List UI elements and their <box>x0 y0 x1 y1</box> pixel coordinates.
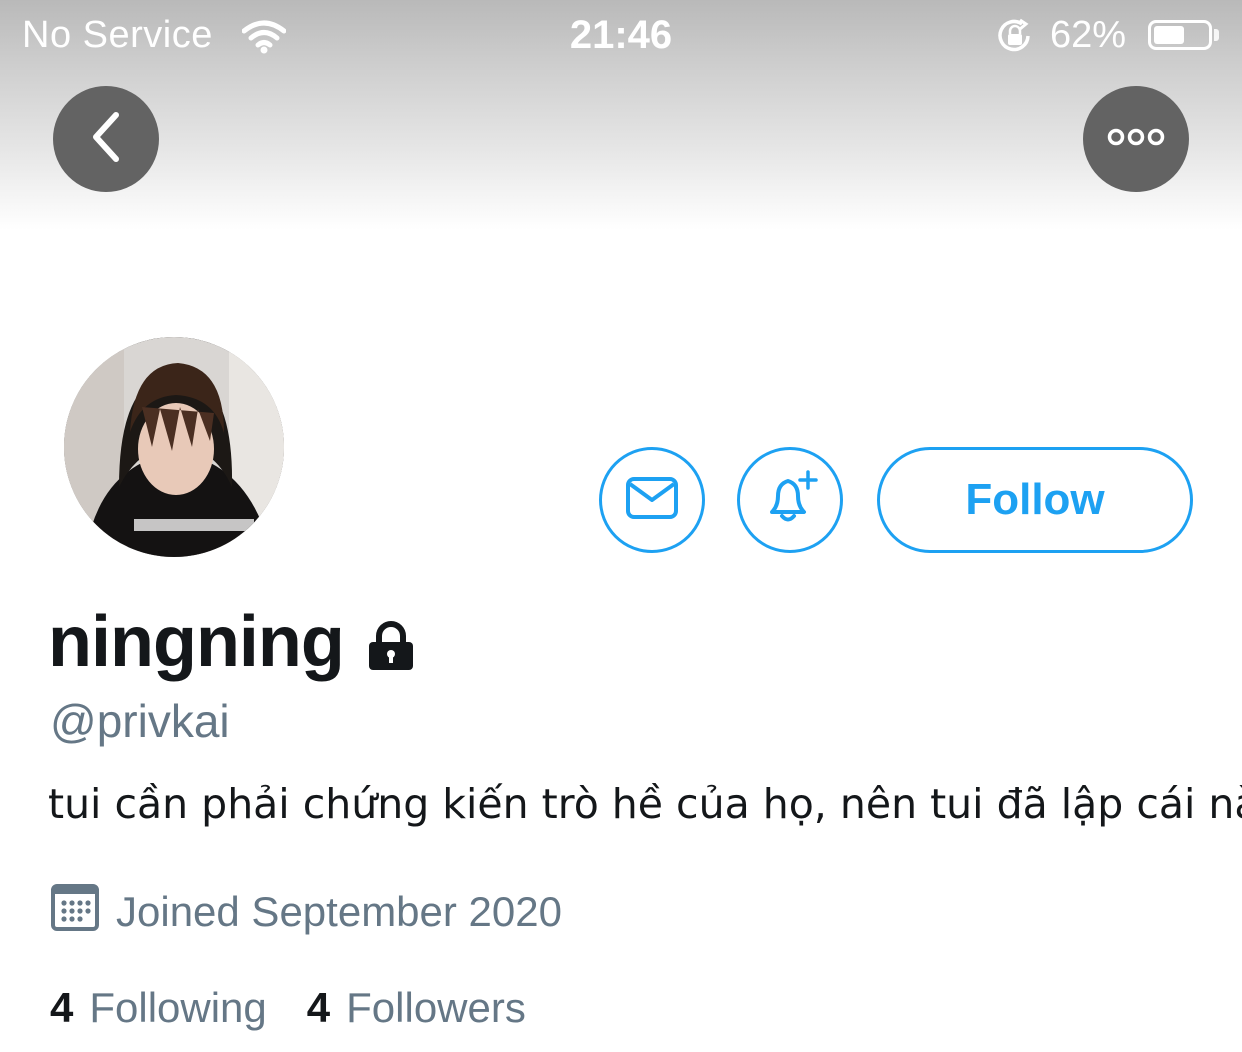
following-link[interactable]: 4 Following <box>50 984 267 1032</box>
handle: @privkai <box>50 695 230 747</box>
battery-nub <box>1214 29 1219 41</box>
message-button[interactable] <box>599 447 705 553</box>
battery-percent: 62% <box>1050 14 1127 56</box>
notifications-button[interactable] <box>737 447 843 553</box>
calendar-icon <box>50 882 100 942</box>
followers-label: Followers <box>346 984 526 1031</box>
lock-icon <box>364 606 418 688</box>
follow-stats: 4 Following 4 Followers <box>50 984 566 1032</box>
display-name: ningning <box>48 596 418 688</box>
avatar[interactable] <box>60 333 288 561</box>
following-label: Following <box>89 984 267 1031</box>
envelope-icon <box>625 476 679 525</box>
following-count: 4 <box>50 984 74 1031</box>
battery-level-fill <box>1154 26 1184 44</box>
joined-text: Joined September 2020 <box>116 888 562 935</box>
battery-icon <box>1148 20 1212 50</box>
orientation-lock-icon <box>996 18 1034 54</box>
more-horizontal-icon <box>1106 127 1166 152</box>
followers-count: 4 <box>306 984 331 1031</box>
bio: tui cần phải chứng kiến trò hề của họ, n… <box>48 780 1242 828</box>
followers-link[interactable]: 4 Followers <box>307 984 526 1032</box>
chevron-left-icon <box>86 111 126 168</box>
joined-date: Joined September 2020 <box>50 882 562 942</box>
status-bar: No Service 21:46 62% <box>0 0 1242 70</box>
follow-button[interactable]: Follow <box>877 447 1193 553</box>
display-name-text: ningning <box>48 602 345 682</box>
more-options-button[interactable] <box>1083 86 1189 192</box>
back-button[interactable] <box>53 86 159 192</box>
bell-plus-icon <box>760 468 820 533</box>
